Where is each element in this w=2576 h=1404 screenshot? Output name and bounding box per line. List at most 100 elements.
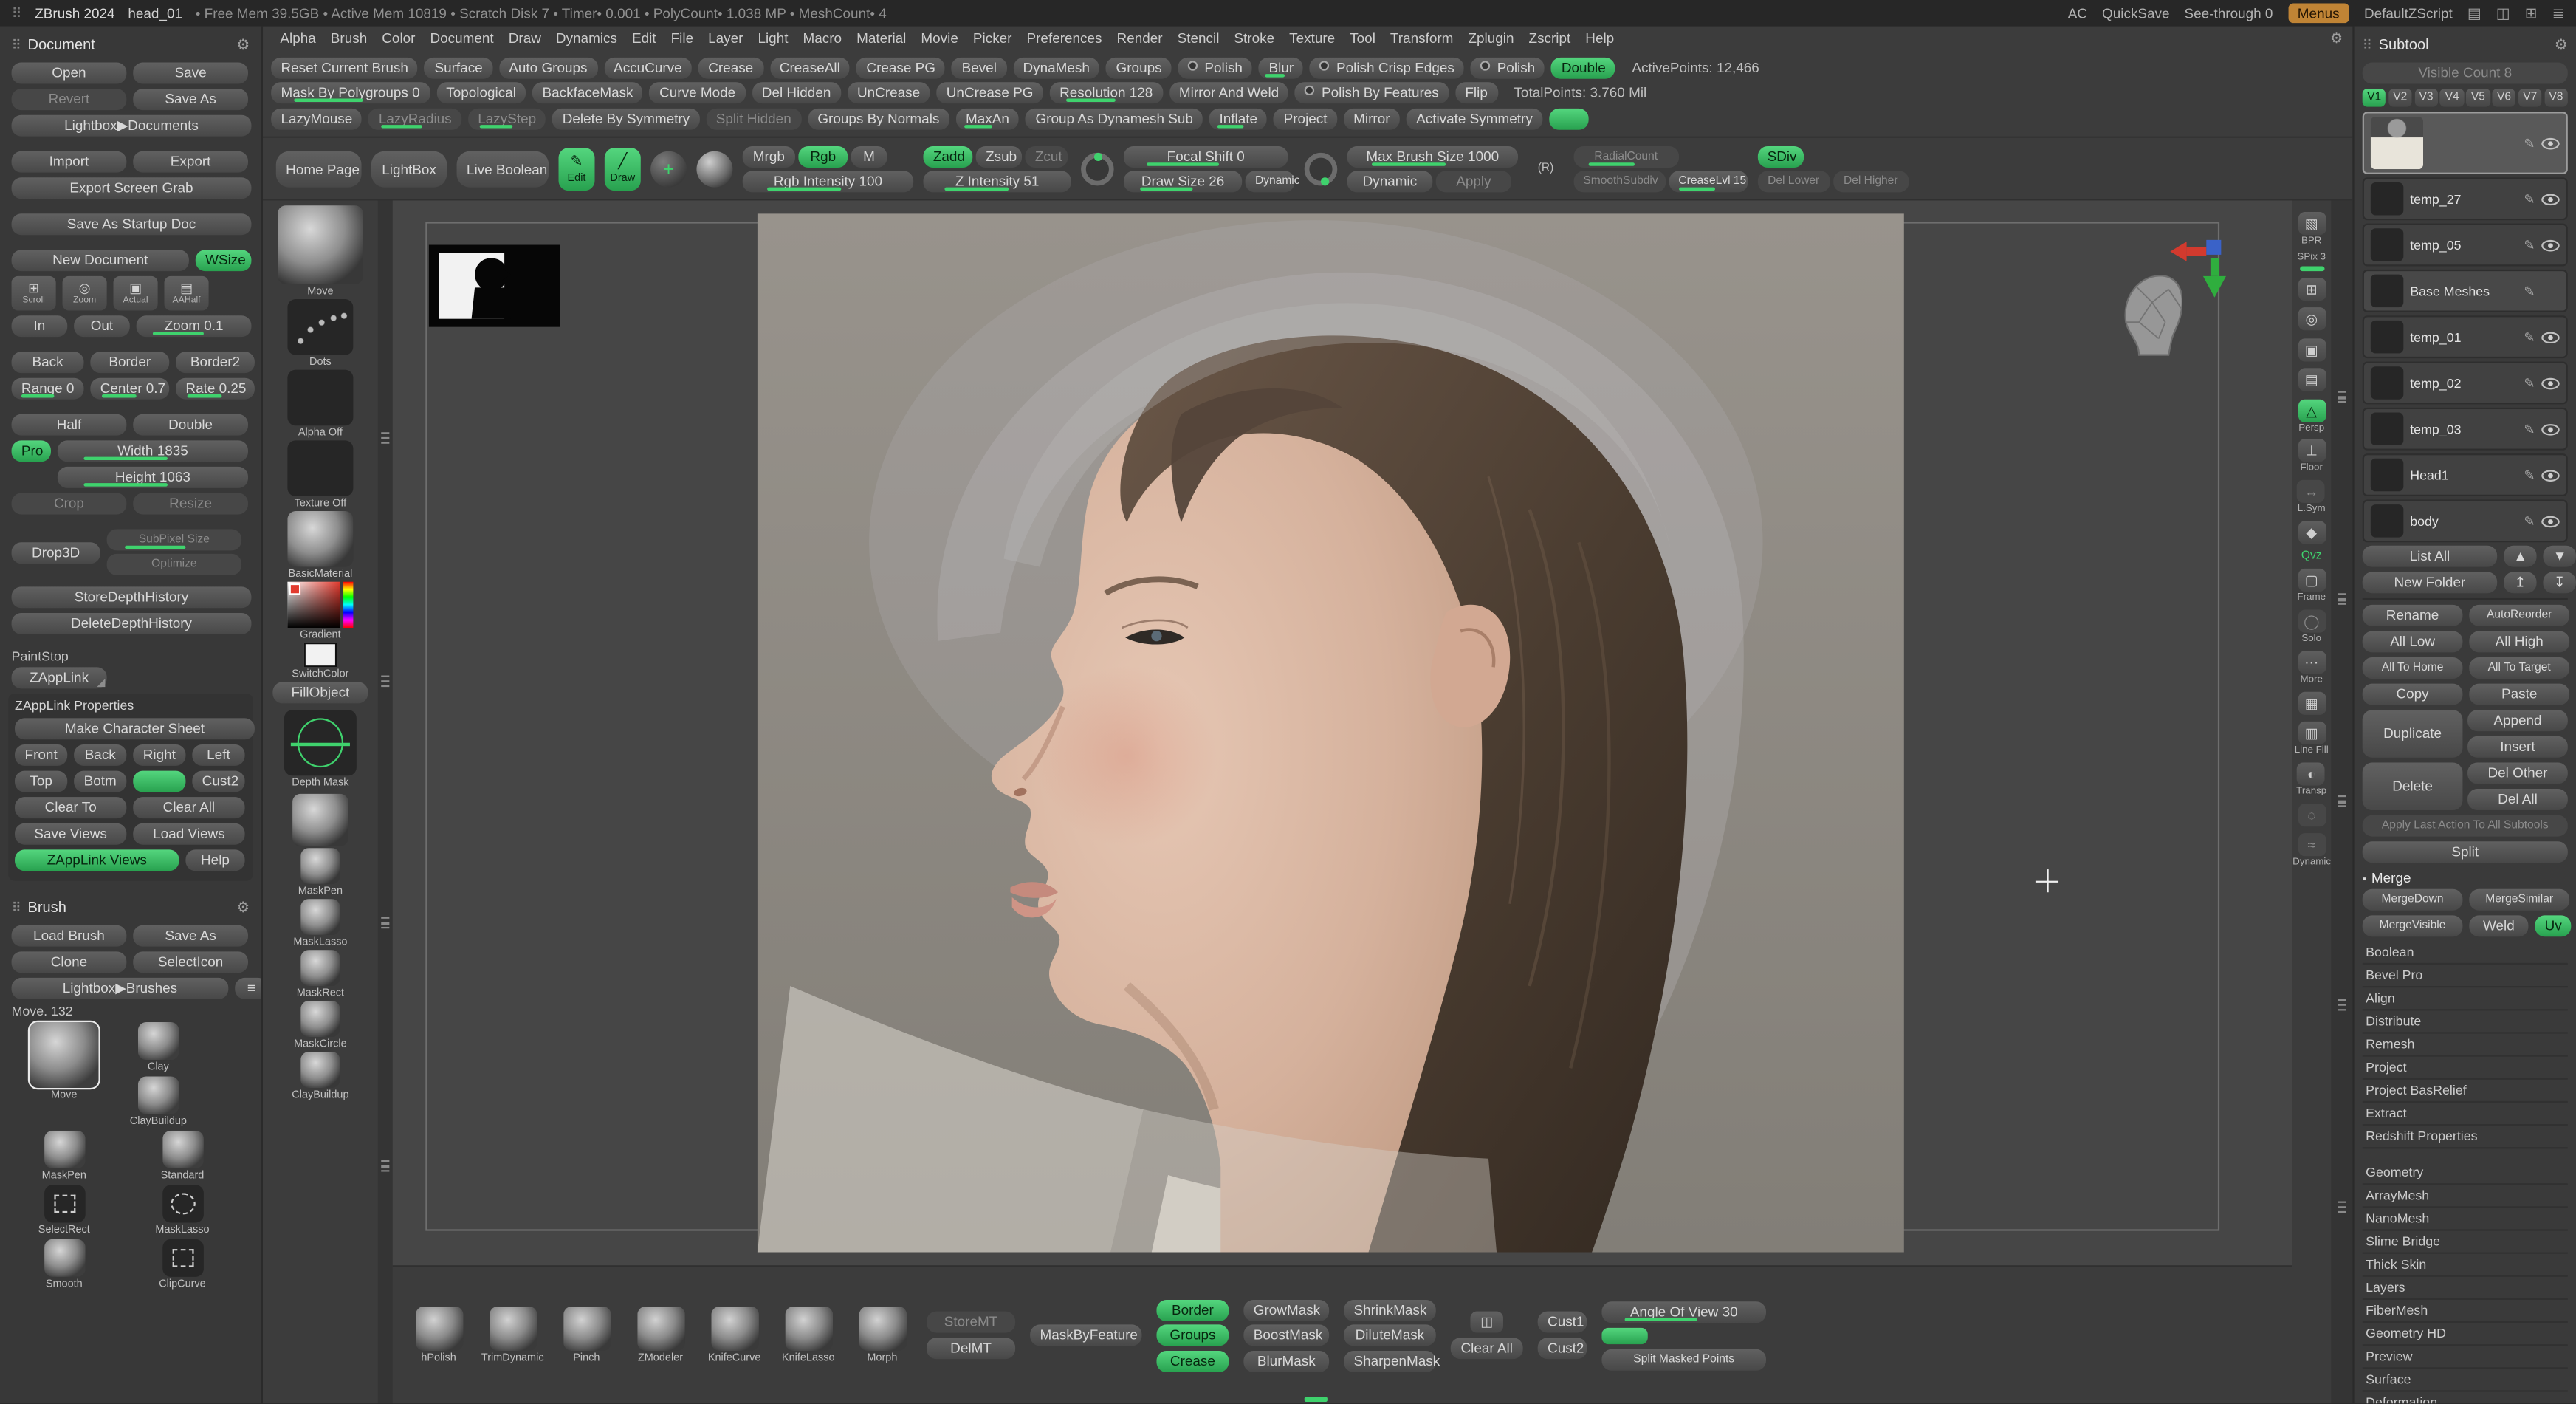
- view-left-button[interactable]: Left: [192, 744, 244, 766]
- zcut-toggle[interactable]: Zcut: [1025, 145, 1068, 167]
- brush-selectrect-thumbnail[interactable]: [44, 1185, 85, 1222]
- left-divider[interactable]: [378, 200, 393, 1403]
- texture-thumbnail[interactable]: [287, 440, 353, 496]
- subtool-section[interactable]: Extract: [2363, 1103, 2568, 1126]
- sculpt-canvas[interactable]: [393, 200, 2292, 1265]
- see-through-slider[interactable]: See-through 0: [2185, 5, 2273, 21]
- mask-button[interactable]: DiluteMask: [1344, 1324, 1436, 1346]
- menu-item[interactable]: Macro: [796, 30, 850, 46]
- tool-palette-section[interactable]: FiberMesh: [2363, 1300, 2568, 1323]
- gear-icon[interactable]: [2555, 35, 2568, 53]
- shelf-button[interactable]: Project: [1274, 108, 1337, 129]
- fill-object-button[interactable]: FillObject: [272, 682, 368, 703]
- move-down-icon[interactable]: ▼: [2543, 546, 2576, 567]
- zoom-in-button[interactable]: In: [12, 315, 68, 337]
- new-folder-button[interactable]: New Folder: [2363, 572, 2497, 593]
- bottom-brush-thumbnail[interactable]: [415, 1307, 463, 1351]
- shelf-button[interactable]: CreaseAll: [769, 57, 850, 78]
- document-panel-header[interactable]: Document: [12, 33, 250, 56]
- tool-palette-section[interactable]: Geometry HD: [2363, 1323, 2568, 1346]
- width-slider[interactable]: Width 1835: [58, 440, 248, 462]
- subtool-item[interactable]: temp_27: [2363, 177, 2568, 220]
- drag-grip-icon[interactable]: [12, 4, 22, 22]
- zapplink-views-toggle[interactable]: ZAppLink Views: [15, 849, 179, 871]
- menu-item[interactable]: Render: [1110, 30, 1170, 46]
- all-to-home-button[interactable]: All To Home: [2363, 657, 2463, 679]
- visibility-tab[interactable]: V1: [2363, 89, 2386, 106]
- axis-gizmo-icon[interactable]: [2170, 236, 2229, 302]
- delete-button[interactable]: Delete: [2363, 762, 2463, 810]
- recent-brush-thumbnail[interactable]: [300, 1052, 340, 1088]
- store-mt-button[interactable]: StoreMT: [927, 1312, 1015, 1333]
- tool-palette-section[interactable]: Geometry: [2363, 1162, 2568, 1185]
- view-cust1-toggle[interactable]: [133, 771, 185, 792]
- shelf-button[interactable]: [1549, 108, 1588, 129]
- shelf-button[interactable]: Group As Dynamesh Sub: [1026, 108, 1203, 129]
- list-icon[interactable]: ≣: [2552, 4, 2565, 22]
- tool-palette-section[interactable]: Thick Skin: [2363, 1254, 2568, 1277]
- shelf-button[interactable]: Reset Current Brush: [271, 57, 418, 78]
- actual-icon[interactable]: ▣ Actual: [114, 276, 158, 311]
- gear-icon[interactable]: [2330, 29, 2343, 47]
- shelf-button[interactable]: BackfaceMask: [532, 82, 643, 103]
- bottom-brush-item[interactable]: KnifeLasso: [779, 1307, 838, 1364]
- subtool-section[interactable]: Redshift Properties: [2363, 1126, 2568, 1148]
- uv-toggle[interactable]: Uv: [2535, 915, 2571, 936]
- subtool-section[interactable]: Bevel Pro: [2363, 965, 2568, 987]
- depth-mask-thumbnail[interactable]: [284, 710, 357, 775]
- all-to-target-button[interactable]: All To Target: [2469, 657, 2569, 679]
- solo-icon[interactable]: ◯ Solo: [2298, 610, 2326, 645]
- silhouette-thumbnail[interactable]: [429, 245, 560, 327]
- divider-grip[interactable]: [381, 675, 389, 687]
- zapplink-help-button[interactable]: Help: [185, 849, 244, 871]
- subpixel-size-slider[interactable]: SubPixel Size: [107, 529, 241, 550]
- paintbrush-icon[interactable]: [2524, 467, 2535, 483]
- crease-lvl-slider[interactable]: CreaseLvl 15: [1669, 170, 1748, 191]
- divider-grip[interactable]: [2338, 594, 2346, 606]
- eye-icon[interactable]: [2541, 516, 2559, 527]
- shelf-button[interactable]: Flip: [1455, 82, 1497, 103]
- store-depth-history-button[interactable]: StoreDepthHistory: [12, 586, 252, 608]
- zadd-toggle[interactable]: Zadd: [924, 145, 973, 167]
- shelf-button[interactable]: Surface: [425, 57, 492, 78]
- export-button[interactable]: Export: [133, 151, 248, 173]
- draw-size-dial[interactable]: [1305, 152, 1338, 185]
- menu-item[interactable]: Material: [849, 30, 913, 46]
- mrgb-toggle[interactable]: Mrgb: [743, 145, 795, 167]
- bottom-brush-thumbnail[interactable]: [710, 1307, 758, 1351]
- view-right-button[interactable]: Right: [133, 744, 185, 766]
- material-thumbnail[interactable]: [287, 511, 353, 567]
- shelf-button[interactable]: Groups: [1106, 57, 1172, 78]
- shelf-button[interactable]: Polish Crisp Edges: [1310, 57, 1464, 78]
- color-sv-square[interactable]: [287, 582, 340, 628]
- shelf-button[interactable]: Curve Mode: [650, 82, 746, 103]
- frame-icon[interactable]: ▢ Frame: [2297, 569, 2326, 604]
- brush-claybuildup-thumbnail[interactable]: [138, 1076, 179, 1114]
- hue-strip[interactable]: [343, 582, 353, 628]
- paintbrush-icon[interactable]: [2524, 236, 2535, 253]
- mask-button[interactable]: GrowMask: [1243, 1299, 1329, 1321]
- shelf-button[interactable]: Polish: [1178, 57, 1252, 78]
- shelf-button[interactable]: Double: [1551, 57, 1615, 78]
- paste-button[interactable]: Paste: [2469, 684, 2569, 705]
- bottom-brush-thumbnail[interactable]: [563, 1307, 611, 1351]
- all-low-button[interactable]: All Low: [2363, 631, 2463, 652]
- double-button[interactable]: Double: [133, 414, 248, 436]
- shelf-button[interactable]: UnCrease: [848, 82, 930, 103]
- panel-grip-icon[interactable]: [12, 899, 21, 915]
- wsize-toggle[interactable]: WSize: [196, 250, 252, 271]
- panel-grip-icon[interactable]: [2363, 36, 2372, 52]
- split-masked-points-button[interactable]: Split Masked Points: [1601, 1349, 1766, 1370]
- dynamic-button[interactable]: Dynamic: [1347, 170, 1433, 191]
- save-as-button[interactable]: Save As: [133, 89, 248, 110]
- subtool-item[interactable]: Base Meshes: [2363, 270, 2568, 312]
- tool-palette-section[interactable]: NanoMesh: [2363, 1208, 2568, 1230]
- visibility-tab[interactable]: V7: [2518, 89, 2542, 106]
- resize-button[interactable]: Resize: [133, 493, 248, 515]
- dynamic-icon[interactable]: ≈ Dynamic: [2292, 834, 2330, 869]
- spix-icon[interactable]: SPix 3: [2297, 253, 2326, 271]
- half-button[interactable]: Half: [12, 414, 127, 436]
- recent-brush-item[interactable]: MaskCircle: [294, 1001, 347, 1050]
- menu-item[interactable]: Zplugin: [1460, 30, 1521, 46]
- shelf-button[interactable]: Mirror And Weld: [1169, 82, 1289, 103]
